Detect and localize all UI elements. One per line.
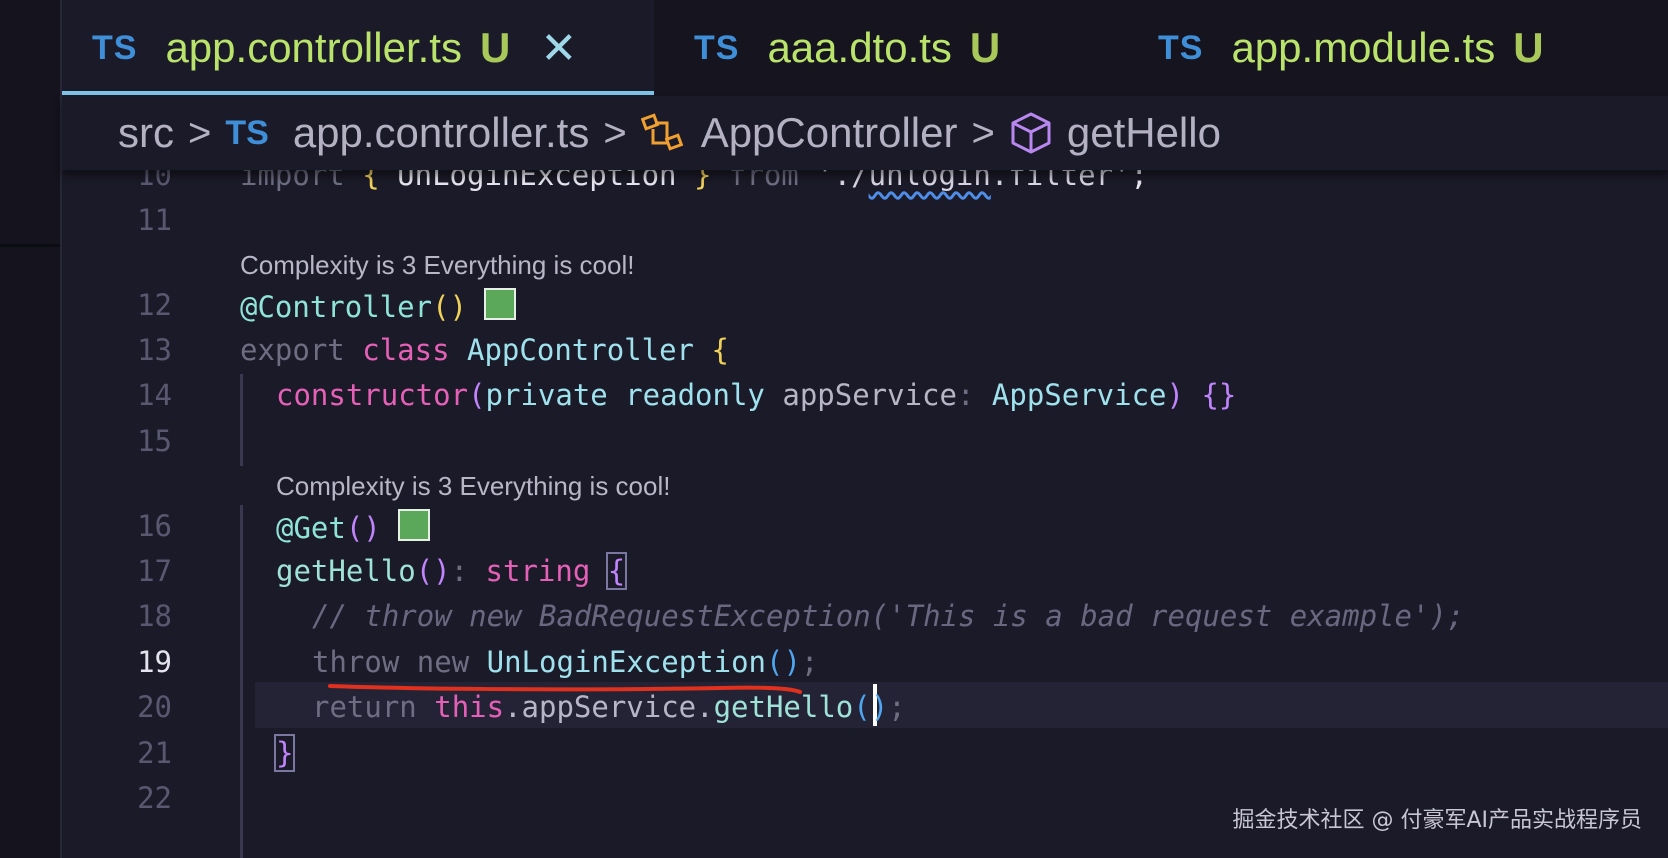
breadcrumb-file[interactable]: TS app.controller.ts xyxy=(225,109,589,157)
decorator: @Controller xyxy=(240,290,433,324)
line-number: 14 xyxy=(137,378,172,412)
braces: {} xyxy=(1201,378,1237,412)
class-keyword: class xyxy=(362,333,450,367)
method-cube-icon xyxy=(1011,112,1051,154)
typescript-icon: TS xyxy=(225,113,269,152)
class-name: UnLoginException xyxy=(486,645,766,679)
chevron-right-icon: > xyxy=(188,110,212,155)
breadcrumb-folder[interactable]: src xyxy=(118,109,174,157)
member-access: .appService. xyxy=(504,690,714,724)
param-name: appService xyxy=(782,378,957,412)
codelens-complexity[interactable]: Complexity is 3 Everything is cool! xyxy=(276,471,670,502)
parens: () xyxy=(415,554,451,588)
parens: () xyxy=(345,511,381,545)
breadcrumb-file-label: app.controller.ts xyxy=(292,109,590,156)
active-tab-indicator xyxy=(62,91,654,95)
line-number: 20 xyxy=(137,690,172,724)
tab-app-module[interactable]: TS app.module.ts U xyxy=(1158,0,1544,96)
paren: ( xyxy=(468,378,486,412)
untracked-badge: U xyxy=(479,24,511,71)
gutter-divider xyxy=(0,244,60,247)
method-name: getHello xyxy=(276,554,416,588)
throw-keyword: throw xyxy=(312,645,400,679)
export-keyword: export xyxy=(240,333,345,367)
breadcrumb-method-label: getHello xyxy=(1066,109,1221,156)
typescript-icon: TS xyxy=(92,28,138,67)
code-line-19[interactable]: throw new UnLoginException(); xyxy=(312,645,818,679)
code-line-16[interactable]: @Get() xyxy=(276,509,431,545)
tab-label: app.controller.ts xyxy=(165,24,462,71)
line-number: 16 xyxy=(137,509,172,543)
line-number: 15 xyxy=(137,424,172,458)
tab-label: app.module.ts xyxy=(1231,24,1496,71)
brace-matched: { xyxy=(605,552,628,590)
class-name: AppController xyxy=(467,333,694,367)
return-keyword: return xyxy=(312,690,417,724)
brace-matched: } xyxy=(273,734,296,772)
breadcrumb: src > TS app.controller.ts > AppControll… xyxy=(62,96,1668,170)
parens: () xyxy=(766,645,801,679)
activity-gutter xyxy=(0,0,62,858)
untracked-badge: U xyxy=(969,24,1001,71)
semicolon: ; xyxy=(800,645,819,679)
typescript-icon: TS xyxy=(1158,28,1204,67)
method-call: getHello xyxy=(713,690,854,724)
code-line-12[interactable]: @Controller() xyxy=(240,288,517,324)
close-icon[interactable]: ✕ xyxy=(540,23,577,74)
readonly-keyword: readonly xyxy=(625,378,765,412)
parens: () xyxy=(432,290,467,324)
colon: : xyxy=(956,378,975,412)
codelens-complexity[interactable]: Complexity is 3 Everything is cool! xyxy=(240,250,634,281)
code-line-17[interactable]: getHello(): string { xyxy=(276,552,628,590)
code-line-20[interactable]: return this.appService.getHello(); xyxy=(312,690,906,724)
line-number: 12 xyxy=(137,288,172,322)
class-icon xyxy=(640,113,683,151)
tab-app-controller[interactable]: TS app.controller.ts U ✕ xyxy=(62,0,654,96)
semicolon: ; xyxy=(888,690,906,724)
brace: { xyxy=(711,333,729,367)
typescript-icon: TS xyxy=(694,28,740,67)
chevron-right-icon: > xyxy=(971,110,995,155)
private-keyword: private xyxy=(485,378,608,412)
color-swatch-icon xyxy=(398,509,431,541)
code-line-21[interactable]: } xyxy=(273,734,296,772)
tab-label: aaa.dto.ts xyxy=(767,24,952,71)
paren: ) xyxy=(1166,378,1184,412)
colon: : xyxy=(450,554,469,588)
this-keyword: this xyxy=(434,690,505,724)
line-number: 18 xyxy=(137,599,172,633)
indent-guide xyxy=(240,505,243,858)
line-number: 21 xyxy=(137,736,172,770)
breadcrumb-method[interactable]: getHello xyxy=(1009,109,1221,157)
color-swatch-icon xyxy=(484,288,517,320)
indent-guide xyxy=(240,374,243,466)
line-number: 19 xyxy=(137,645,172,679)
breadcrumb-class[interactable]: AppController xyxy=(640,109,958,157)
code-line-13[interactable]: export class AppController { xyxy=(240,333,729,367)
breadcrumb-class-label: AppController xyxy=(700,109,958,156)
code-line-18-comment[interactable]: // throw new BadRequestException('This i… xyxy=(312,599,1464,633)
line-number: 22 xyxy=(137,781,172,815)
type-name: AppService xyxy=(991,378,1167,412)
watermark: 掘金技术社区 @ 付豪军AI产品实战程序员 xyxy=(1232,808,1642,833)
new-keyword: new xyxy=(416,645,470,679)
chevron-right-icon: > xyxy=(603,110,627,155)
decorator: @Get xyxy=(276,511,346,545)
type-keyword: string xyxy=(485,554,591,588)
parens: () xyxy=(853,690,889,724)
line-number: 17 xyxy=(137,554,172,588)
code-line-14[interactable]: constructor(private readonly appService:… xyxy=(276,378,1236,412)
line-number: 13 xyxy=(137,333,172,367)
untracked-badge: U xyxy=(1513,24,1544,71)
line-number: 11 xyxy=(137,203,172,237)
tab-aaa-dto[interactable]: TS aaa.dto.ts U xyxy=(694,0,1000,96)
constructor-keyword: constructor xyxy=(276,378,469,412)
